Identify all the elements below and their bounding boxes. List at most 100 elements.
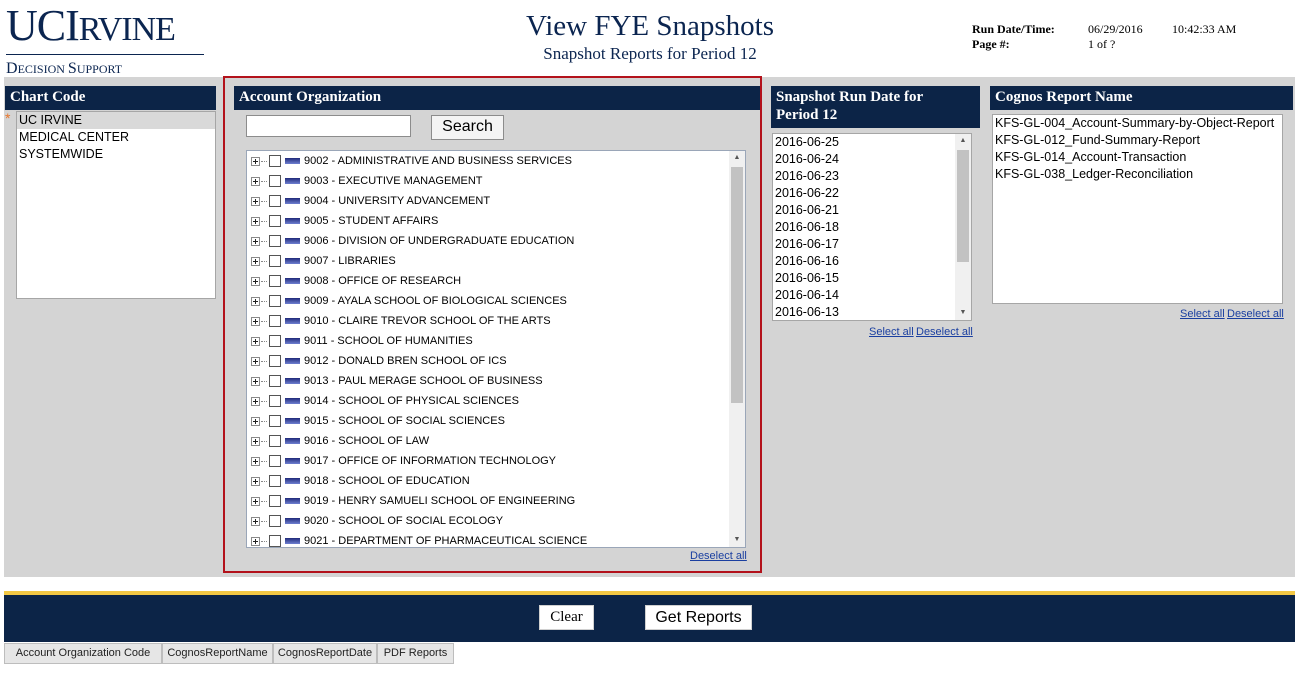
snapshot-date-option[interactable]: 2016-06-18 <box>773 219 971 236</box>
expand-icon[interactable] <box>251 417 260 426</box>
cognos-report-option[interactable]: KFS-GL-038_Ledger-Reconciliation <box>993 166 1282 183</box>
expand-icon[interactable] <box>251 237 260 246</box>
cognos-report-option[interactable]: KFS-GL-014_Account-Transaction <box>993 149 1282 166</box>
column-header-cognos-report-name[interactable]: CognosReportName <box>162 643 273 664</box>
expand-icon[interactable] <box>251 497 260 506</box>
account-org-deselect-all-link[interactable]: Deselect all <box>690 550 747 562</box>
account-org-tree-row[interactable]: 9003 - EXECUTIVE MANAGEMENT <box>247 171 730 191</box>
account-org-checkbox[interactable] <box>269 415 281 427</box>
account-org-checkbox[interactable] <box>269 215 281 227</box>
expand-icon[interactable] <box>251 457 260 466</box>
account-org-checkbox[interactable] <box>269 435 281 447</box>
account-org-tree-row[interactable]: 9010 - CLAIRE TREVOR SCHOOL OF THE ARTS <box>247 311 730 331</box>
account-org-tree-row[interactable]: 9007 - LIBRARIES <box>247 251 730 271</box>
account-org-checkbox[interactable] <box>269 275 281 287</box>
snapshot-date-option[interactable]: 2016-06-14 <box>773 287 971 304</box>
snapshot-date-option[interactable]: 2016-06-13 <box>773 304 971 320</box>
account-org-search-input[interactable] <box>246 115 411 137</box>
account-org-checkbox[interactable] <box>269 395 281 407</box>
account-org-tree-row[interactable]: 9019 - HENRY SAMUELI SCHOOL OF ENGINEERI… <box>247 491 730 511</box>
expand-icon[interactable] <box>251 437 260 446</box>
account-org-tree-row[interactable]: 9002 - ADMINISTRATIVE AND BUSINESS SERVI… <box>247 151 730 171</box>
account-org-checkbox[interactable] <box>269 535 281 547</box>
cognos-report-listbox[interactable]: KFS-GL-004_Account-Summary-by-Object-Rep… <box>992 114 1283 304</box>
snapshot-deselect-all-link[interactable]: Deselect all <box>916 326 973 338</box>
account-org-tree-row[interactable]: 9021 - DEPARTMENT OF PHARMACEUTICAL SCIE… <box>247 531 730 547</box>
account-org-tree-row[interactable]: 9006 - DIVISION OF UNDERGRADUATE EDUCATI… <box>247 231 730 251</box>
reports-deselect-all-link[interactable]: Deselect all <box>1227 308 1284 320</box>
expand-icon[interactable] <box>251 477 260 486</box>
account-org-tree-row[interactable]: 9008 - OFFICE OF RESEARCH <box>247 271 730 291</box>
account-org-tree-row[interactable]: 9014 - SCHOOL OF PHYSICAL SCIENCES <box>247 391 730 411</box>
account-org-tree-row[interactable]: 9017 - OFFICE OF INFORMATION TECHNOLOGY <box>247 451 730 471</box>
column-header-account-org-code[interactable]: Account Organization Code <box>4 643 162 664</box>
snapshot-select-all-link[interactable]: Select all <box>869 326 914 338</box>
account-org-tree-row[interactable]: 9012 - DONALD BREN SCHOOL OF ICS <box>247 351 730 371</box>
account-org-checkbox[interactable] <box>269 255 281 267</box>
account-org-tree-row[interactable]: 9020 - SCHOOL OF SOCIAL ECOLOGY <box>247 511 730 531</box>
cognos-report-option[interactable]: KFS-GL-004_Account-Summary-by-Object-Rep… <box>993 115 1282 132</box>
expand-icon[interactable] <box>251 297 260 306</box>
account-org-checkbox[interactable] <box>269 515 281 527</box>
account-org-checkbox[interactable] <box>269 195 281 207</box>
snapshot-date-option[interactable]: 2016-06-25 <box>773 134 971 151</box>
expand-icon[interactable] <box>251 377 260 386</box>
snapshot-date-option[interactable]: 2016-06-21 <box>773 202 971 219</box>
scroll-up-icon[interactable]: ▲ <box>955 134 971 148</box>
search-button[interactable]: Search <box>431 115 504 140</box>
scroll-down-icon[interactable]: ▼ <box>955 306 971 320</box>
expand-icon[interactable] <box>251 217 260 226</box>
reports-select-all-link[interactable]: Select all <box>1180 308 1225 320</box>
expand-icon[interactable] <box>251 537 260 546</box>
expand-icon[interactable] <box>251 517 260 526</box>
snapshot-date-option[interactable]: 2016-06-15 <box>773 270 971 287</box>
tree-scrollbar[interactable]: ▲ ▼ <box>729 151 745 547</box>
chart-code-option[interactable]: SYSTEMWIDE <box>17 146 215 163</box>
account-org-checkbox[interactable] <box>269 235 281 247</box>
account-org-tree-row[interactable]: 9018 - SCHOOL OF EDUCATION <box>247 471 730 491</box>
account-org-checkbox[interactable] <box>269 455 281 467</box>
scroll-thumb[interactable] <box>731 167 743 403</box>
account-org-checkbox[interactable] <box>269 175 281 187</box>
column-header-cognos-report-date[interactable]: CognosReportDate <box>273 643 377 664</box>
account-org-tree-row[interactable]: 9005 - STUDENT AFFAIRS <box>247 211 730 231</box>
account-org-checkbox[interactable] <box>269 315 281 327</box>
account-org-checkbox[interactable] <box>269 155 281 167</box>
account-org-checkbox[interactable] <box>269 495 281 507</box>
expand-icon[interactable] <box>251 337 260 346</box>
account-org-tree-row[interactable]: 9016 - SCHOOL OF LAW <box>247 431 730 451</box>
expand-icon[interactable] <box>251 357 260 366</box>
expand-icon[interactable] <box>251 277 260 286</box>
scroll-up-icon[interactable]: ▲ <box>729 151 745 165</box>
expand-icon[interactable] <box>251 317 260 326</box>
account-org-checkbox[interactable] <box>269 355 281 367</box>
scroll-thumb[interactable] <box>957 150 969 262</box>
expand-icon[interactable] <box>251 197 260 206</box>
account-org-checkbox[interactable] <box>269 295 281 307</box>
column-header-pdf-reports[interactable]: PDF Reports <box>377 643 454 664</box>
account-org-checkbox[interactable] <box>269 475 281 487</box>
snapshot-date-option[interactable]: 2016-06-24 <box>773 151 971 168</box>
account-org-checkbox[interactable] <box>269 335 281 347</box>
date-list-scrollbar[interactable]: ▲ ▼ <box>955 134 971 320</box>
snapshot-date-option[interactable]: 2016-06-16 <box>773 253 971 270</box>
expand-icon[interactable] <box>251 177 260 186</box>
account-org-tree-row[interactable]: 9004 - UNIVERSITY ADVANCEMENT <box>247 191 730 211</box>
snapshot-date-listbox[interactable]: 2016-06-25 2016-06-24 2016-06-23 2016-06-22… <box>772 133 972 321</box>
chart-code-option[interactable]: UC IRVINE <box>17 112 215 129</box>
expand-icon[interactable] <box>251 397 260 406</box>
chart-code-option[interactable]: MEDICAL CENTER <box>17 129 215 146</box>
get-reports-button[interactable]: Get Reports <box>645 605 752 630</box>
clear-button[interactable]: Clear <box>539 605 594 630</box>
expand-icon[interactable] <box>251 257 260 266</box>
snapshot-date-option[interactable]: 2016-06-22 <box>773 185 971 202</box>
account-org-tree-row[interactable]: 9009 - AYALA SCHOOL OF BIOLOGICAL SCIENC… <box>247 291 730 311</box>
scroll-down-icon[interactable]: ▼ <box>729 533 745 547</box>
account-org-checkbox[interactable] <box>269 375 281 387</box>
snapshot-date-option[interactable]: 2016-06-17 <box>773 236 971 253</box>
snapshot-date-option[interactable]: 2016-06-23 <box>773 168 971 185</box>
account-org-tree-row[interactable]: 9011 - SCHOOL OF HUMANITIES <box>247 331 730 351</box>
account-org-tree-row[interactable]: 9015 - SCHOOL OF SOCIAL SCIENCES <box>247 411 730 431</box>
chart-code-listbox[interactable]: UC IRVINE MEDICAL CENTER SYSTEMWIDE <box>16 111 216 299</box>
expand-icon[interactable] <box>251 157 260 166</box>
